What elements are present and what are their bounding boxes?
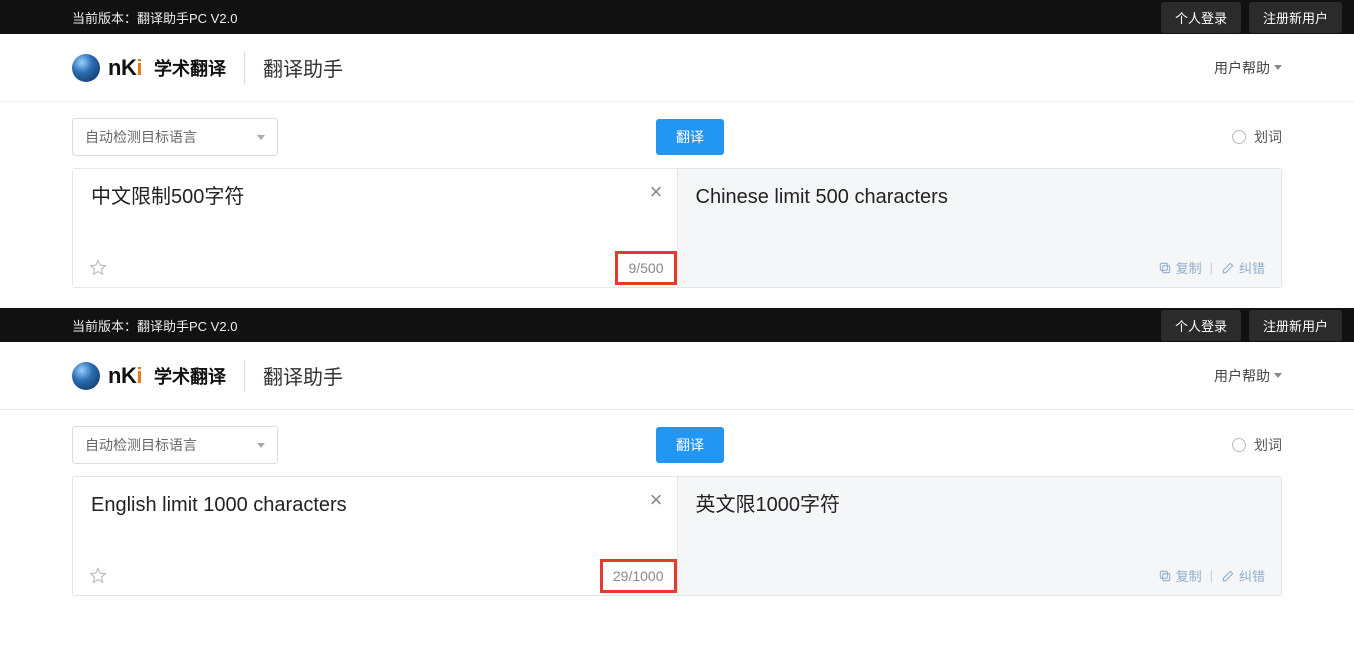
logo[interactable]: nKi 学术翻译 — [72, 362, 226, 390]
register-button[interactable]: 注册新用户 — [1249, 2, 1342, 33]
char-counter: 9/500 — [615, 251, 676, 285]
workarea: 自动检测目标语言 翻译 划词 English limit 1000 charac… — [0, 410, 1354, 616]
result-actions: 复制 | 纠错 — [1158, 258, 1265, 277]
translate-button[interactable]: 翻译 — [656, 119, 724, 155]
user-help-menu[interactable]: 用户帮助 — [1214, 58, 1282, 78]
result-text: Chinese limit 500 characters — [696, 183, 1264, 211]
source-panel[interactable]: English limit 1000 characters × 29/1000 — [73, 477, 678, 595]
source-text[interactable]: English limit 1000 characters — [91, 491, 659, 519]
result-panel: Chinese limit 500 characters 复制 | 纠错 — [678, 169, 1282, 287]
source-panel[interactable]: 中文限制500字符 × 9/500 — [73, 169, 678, 287]
result-actions: 复制 | 纠错 — [1158, 566, 1265, 585]
chevron-down-icon — [1274, 373, 1282, 378]
favorite-star-icon[interactable] — [89, 567, 107, 585]
radio-icon — [1232, 130, 1246, 144]
char-counter: 29/1000 — [600, 559, 677, 593]
chevron-down-icon — [257, 135, 265, 140]
logo-text: nKi — [108, 55, 142, 81]
language-select[interactable]: 自动检测目标语言 — [72, 118, 278, 156]
clear-button[interactable]: × — [650, 489, 663, 511]
header: nKi 学术翻译 翻译助手 用户帮助 — [0, 34, 1354, 102]
logo-text: nKi — [108, 363, 142, 389]
version-label: 当前版本：翻译助手PC V2.0 — [72, 8, 237, 27]
divider — [244, 52, 245, 84]
copy-button[interactable]: 复制 — [1158, 258, 1202, 277]
copy-icon — [1158, 261, 1172, 275]
register-button[interactable]: 注册新用户 — [1249, 310, 1342, 341]
translate-button[interactable]: 翻译 — [656, 427, 724, 463]
radio-icon — [1232, 438, 1246, 452]
controls-row: 自动检测目标语言 翻译 划词 — [72, 118, 1282, 156]
result-panel: 英文限1000字符 复制 | 纠错 — [678, 477, 1282, 595]
login-button[interactable]: 个人登录 — [1161, 310, 1241, 341]
result-text: 英文限1000字符 — [696, 491, 1264, 519]
logo-subtitle: 学术翻译 — [154, 363, 226, 389]
app-title: 翻译助手 — [263, 53, 343, 82]
clear-button[interactable]: × — [650, 181, 663, 203]
correct-button[interactable]: 纠错 — [1221, 566, 1265, 585]
edit-icon — [1221, 569, 1235, 583]
copy-button[interactable]: 复制 — [1158, 566, 1202, 585]
divider — [244, 360, 245, 392]
separator: | — [1210, 568, 1213, 583]
workarea: 自动检测目标语言 翻译 划词 中文限制500字符 × 9/500 Chinese… — [0, 102, 1354, 308]
top-bar: 当前版本：翻译助手PC V2.0 个人登录 注册新用户 — [0, 308, 1354, 342]
user-help-menu[interactable]: 用户帮助 — [1214, 366, 1282, 386]
top-bar: 当前版本：翻译助手PC V2.0 个人登录 注册新用户 — [0, 0, 1354, 34]
selection-word-toggle[interactable]: 划词 — [1232, 435, 1282, 455]
globe-icon — [72, 54, 100, 82]
chevron-down-icon — [1274, 65, 1282, 70]
translation-panels: English limit 1000 characters × 29/1000 … — [72, 476, 1282, 596]
source-text[interactable]: 中文限制500字符 — [91, 183, 659, 211]
separator: | — [1210, 260, 1213, 275]
correct-button[interactable]: 纠错 — [1221, 258, 1265, 277]
chevron-down-icon — [257, 443, 265, 448]
app-title: 翻译助手 — [263, 361, 343, 390]
controls-row: 自动检测目标语言 翻译 划词 — [72, 426, 1282, 464]
language-select[interactable]: 自动检测目标语言 — [72, 426, 278, 464]
login-button[interactable]: 个人登录 — [1161, 2, 1241, 33]
version-label: 当前版本：翻译助手PC V2.0 — [72, 316, 237, 335]
copy-icon — [1158, 569, 1172, 583]
favorite-star-icon[interactable] — [89, 259, 107, 277]
logo-subtitle: 学术翻译 — [154, 55, 226, 81]
edit-icon — [1221, 261, 1235, 275]
header: nKi 学术翻译 翻译助手 用户帮助 — [0, 342, 1354, 410]
globe-icon — [72, 362, 100, 390]
logo[interactable]: nKi 学术翻译 — [72, 54, 226, 82]
selection-word-toggle[interactable]: 划词 — [1232, 127, 1282, 147]
translation-panels: 中文限制500字符 × 9/500 Chinese limit 500 char… — [72, 168, 1282, 288]
